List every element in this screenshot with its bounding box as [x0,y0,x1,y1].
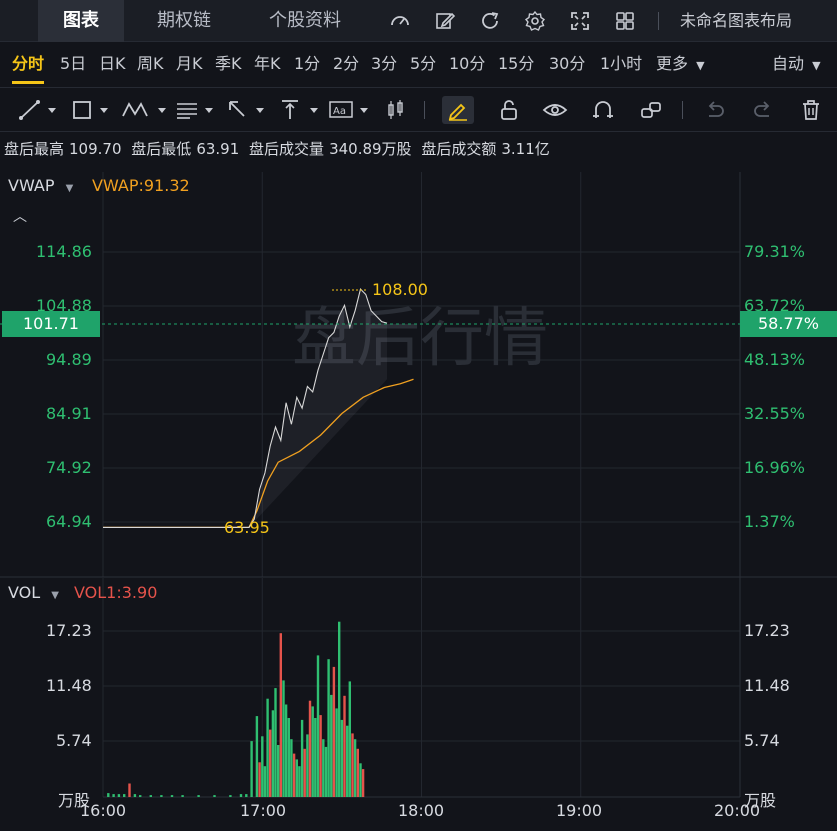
volume-bar [311,706,314,797]
volume-bar [353,739,357,797]
volume-bar [290,739,293,797]
volume-bar [117,794,121,797]
volume-bar [107,793,110,797]
volume-bar [277,745,280,797]
volume-bar [303,748,306,797]
vol-y-right-tick: 17.23 [744,621,790,640]
y-left-tick: 84.91 [46,404,92,423]
volume-bar [359,763,362,797]
volume-bar [229,795,232,797]
chart-grid [0,172,837,798]
volume-bar [340,719,344,797]
y-right-tick: 79.31% [744,242,806,261]
volume-bar [361,769,365,797]
high-annotation: 108.00 [372,280,428,299]
volume-bar [287,718,290,797]
y-right-tick: 32.55% [744,404,806,423]
volume-bar [338,621,341,797]
vol-y-left-tick: 11.48 [46,676,92,695]
volume-bar [197,795,200,797]
volume-bar [298,766,301,797]
price-indicator-select[interactable]: VWAP ▼ [8,176,73,195]
volume-bars [107,621,365,797]
volume-bar [250,741,253,797]
volume-bar [133,794,137,797]
x-tick: 17:00 [240,801,287,820]
volume-bar [245,794,248,797]
current-pct-badge: 58.77% [740,311,837,337]
volume-bar [269,729,272,797]
x-tick: 19:00 [556,801,603,820]
y-right-tick: 16.96% [744,458,806,477]
volume-bar [308,700,312,797]
y-left-tick: 114.86 [36,242,92,261]
volume-bar [327,659,330,797]
volume-bar [261,736,264,797]
volume-bar [316,655,320,797]
volume-bar [128,783,131,797]
vol-y-left-tick: 17.23 [46,621,92,640]
caret-down-icon: ▼ [51,590,59,601]
x-tick: 20:00 [714,801,761,820]
chart-canvas[interactable]: 盘后行情 [0,0,837,831]
volume-bar [149,795,152,797]
volume-bar [343,695,346,797]
volume-bar [170,795,174,797]
y-right-tick: 48.13% [744,350,806,369]
volume-bar [282,680,285,797]
volume-indicator-select[interactable]: VOL ▼ [8,583,59,602]
volume-bar [332,666,336,797]
current-price-badge: 101.71 [2,311,100,337]
volume-bar [160,795,163,797]
volume-bar [319,715,322,797]
volume-bar [335,708,338,797]
volume-indicator-name: VOL [8,583,41,602]
y-right-tick: 1.37% [744,512,795,531]
y-left-tick: 94.89 [46,350,92,369]
volume-bar [213,795,216,797]
low-annotation: 63.95 [224,518,270,537]
vwap-value: VWAP:91.32 [92,176,190,195]
vol-y-right-tick: 11.48 [744,676,790,695]
caret-down-icon: ▼ [65,183,74,194]
vol-y-right-tick: 5.74 [744,731,780,750]
volume-bar [351,733,354,797]
volume-bar [295,759,298,797]
volume-bar [274,688,277,797]
volume-bar [292,753,296,797]
volume-bar [258,762,261,797]
volume-bar [112,794,115,797]
volume-bar [348,681,351,797]
volume-bar [314,718,317,797]
volume-bar [330,694,333,797]
volume-bar [356,748,359,797]
price-indicator-name: VWAP [8,176,55,195]
volume-bar [139,795,142,797]
collapse-up-icon[interactable]: ︿ [13,206,27,226]
vol-y-left-tick: 5.74 [56,731,92,750]
volume-bar [324,746,328,797]
volume-bar [239,794,243,797]
volume-bar [271,710,275,797]
x-tick: 16:00 [80,801,127,820]
volume-bar [322,739,325,797]
volume-bar [266,698,269,797]
volume-bar [255,716,259,797]
volume-bar [263,766,267,797]
volume-bar [284,704,288,797]
volume-bar [346,725,349,797]
volume-bar [181,795,184,797]
y-left-tick: 64.94 [46,512,92,531]
vol-value: VOL1:3.90 [74,583,158,602]
volume-bar [279,633,282,797]
y-left-tick: 74.92 [46,458,92,477]
volume-bar [300,719,304,797]
x-tick: 18:00 [398,801,445,820]
volume-bar [123,794,126,797]
volume-bar [306,734,309,797]
